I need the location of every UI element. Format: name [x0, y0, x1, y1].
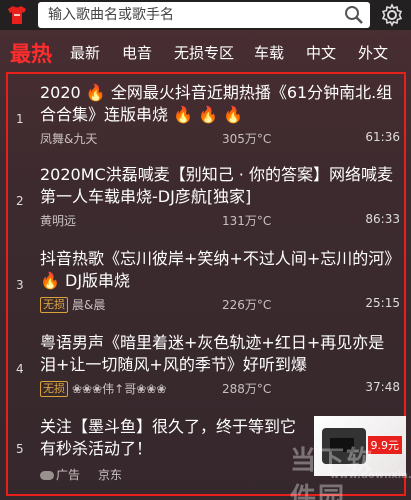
- ad-title: 关注【墨斗鱼】很久了，终于等到它有秒杀活动了！: [40, 417, 297, 458]
- ad-label: 广告: [40, 466, 80, 483]
- artist-name-text: ❀❀❀伟↑哥❀❀❀: [72, 382, 167, 396]
- cloud-icon: [40, 471, 54, 480]
- lossless-badge: 无损: [40, 297, 68, 313]
- category-tabs: 最热 最新 电音 无损专区 车载 中文 外文: [0, 34, 411, 72]
- list-item[interactable]: 4 粤语男声《暗里着迷+灰色轨迹+红日+再见亦是泪+让一切随风+风的季节》好听到…: [8, 332, 404, 402]
- ad-meta: 广告 京东: [40, 466, 310, 484]
- song-title: 抖音热歌《忘川彼岸+笑纳+不过人间+忘川的河》🔥 DJ版串烧: [40, 249, 393, 290]
- song-meta: 无损 晨&晨 226万°C 25:15: [40, 296, 400, 314]
- watermark-sub: www.downxia.com: [330, 470, 411, 481]
- list-item[interactable]: 2 2020MC洪磊喊麦【别知己 · 你的答案】网络喊麦第一人车载串烧-DJ彦航…: [8, 164, 404, 234]
- tab-foreign[interactable]: 外文: [358, 42, 388, 63]
- rank-number: 3: [16, 278, 24, 292]
- artist-name: 黄明远: [40, 214, 77, 228]
- rank-number: 5: [16, 442, 24, 456]
- rank-number: 4: [16, 362, 24, 376]
- song-list: 1 2020 🔥 全网最火抖音近期热播《61分钟南北.组合合集》连版串烧 🔥 🔥…: [6, 72, 406, 496]
- gear-icon[interactable]: [380, 3, 404, 27]
- tab-newest[interactable]: 最新: [70, 42, 100, 63]
- rank-number: 2: [16, 194, 24, 208]
- ad-source: 京东: [98, 468, 123, 482]
- song-title: 2020 🔥 全网最火抖音近期热播《61分钟南北.组合合集》连版串烧 🔥 🔥 🔥: [40, 83, 393, 124]
- top-bar: 输入歌曲名或歌手名: [0, 0, 411, 30]
- search-placeholder: 输入歌曲名或歌手名: [48, 7, 174, 23]
- list-item[interactable]: 1 2020 🔥 全网最火抖音近期热播《61分钟南北.组合合集》连版串烧 🔥 🔥…: [8, 82, 404, 152]
- lossless-badge: 无损: [40, 381, 68, 397]
- rank-number: 1: [16, 112, 24, 126]
- ad-label-text: 广告: [56, 468, 81, 482]
- duration: 37:48: [365, 380, 400, 394]
- popularity: 226万°C: [222, 298, 272, 312]
- song-title: 粤语男声《暗里着迷+灰色轨迹+红日+再见亦是泪+让一切随风+风的季节》好听到爆: [40, 333, 385, 374]
- artist-name: 无损 ❀❀❀伟↑哥❀❀❀: [40, 380, 166, 397]
- tab-lossless[interactable]: 无损专区: [174, 42, 234, 63]
- popularity: 131万°C: [222, 214, 272, 228]
- song-meta: 凤舞&九天 305万°C 61:36: [40, 130, 400, 148]
- duration: 25:15: [365, 296, 400, 310]
- song-meta: 无损 ❀❀❀伟↑哥❀❀❀ 288万°C 37:48: [40, 380, 400, 398]
- tab-chinese[interactable]: 中文: [306, 42, 336, 63]
- artist-name-text: 晨&晨: [72, 298, 106, 312]
- artist-name: 无损 晨&晨: [40, 296, 105, 313]
- song-meta: 黄明远 131万°C 86:33: [40, 212, 400, 230]
- duration: 61:36: [365, 130, 400, 144]
- search-icon[interactable]: [344, 5, 364, 25]
- duration: 86:33: [365, 212, 400, 226]
- watermark: 当下软件园 www.downxia.com: [290, 440, 411, 500]
- popularity: 288万°C: [222, 382, 272, 396]
- tab-hottest[interactable]: 最热: [10, 38, 52, 68]
- artist-name: 凤舞&九天: [40, 132, 98, 146]
- search-input[interactable]: 输入歌曲名或歌手名: [38, 2, 370, 28]
- tab-electronic[interactable]: 电音: [122, 42, 152, 63]
- tab-car[interactable]: 车载: [254, 42, 284, 63]
- tshirt-icon[interactable]: [6, 5, 28, 25]
- list-item[interactable]: 3 抖音热歌《忘川彼岸+笑纳+不过人间+忘川的河》🔥 DJ版串烧 无损 晨&晨 2…: [8, 248, 404, 318]
- song-title: 2020MC洪磊喊麦【别知己 · 你的答案】网络喊麦第一人车载串烧-DJ彦航[独…: [40, 165, 393, 206]
- popularity: 305万°C: [222, 132, 272, 146]
